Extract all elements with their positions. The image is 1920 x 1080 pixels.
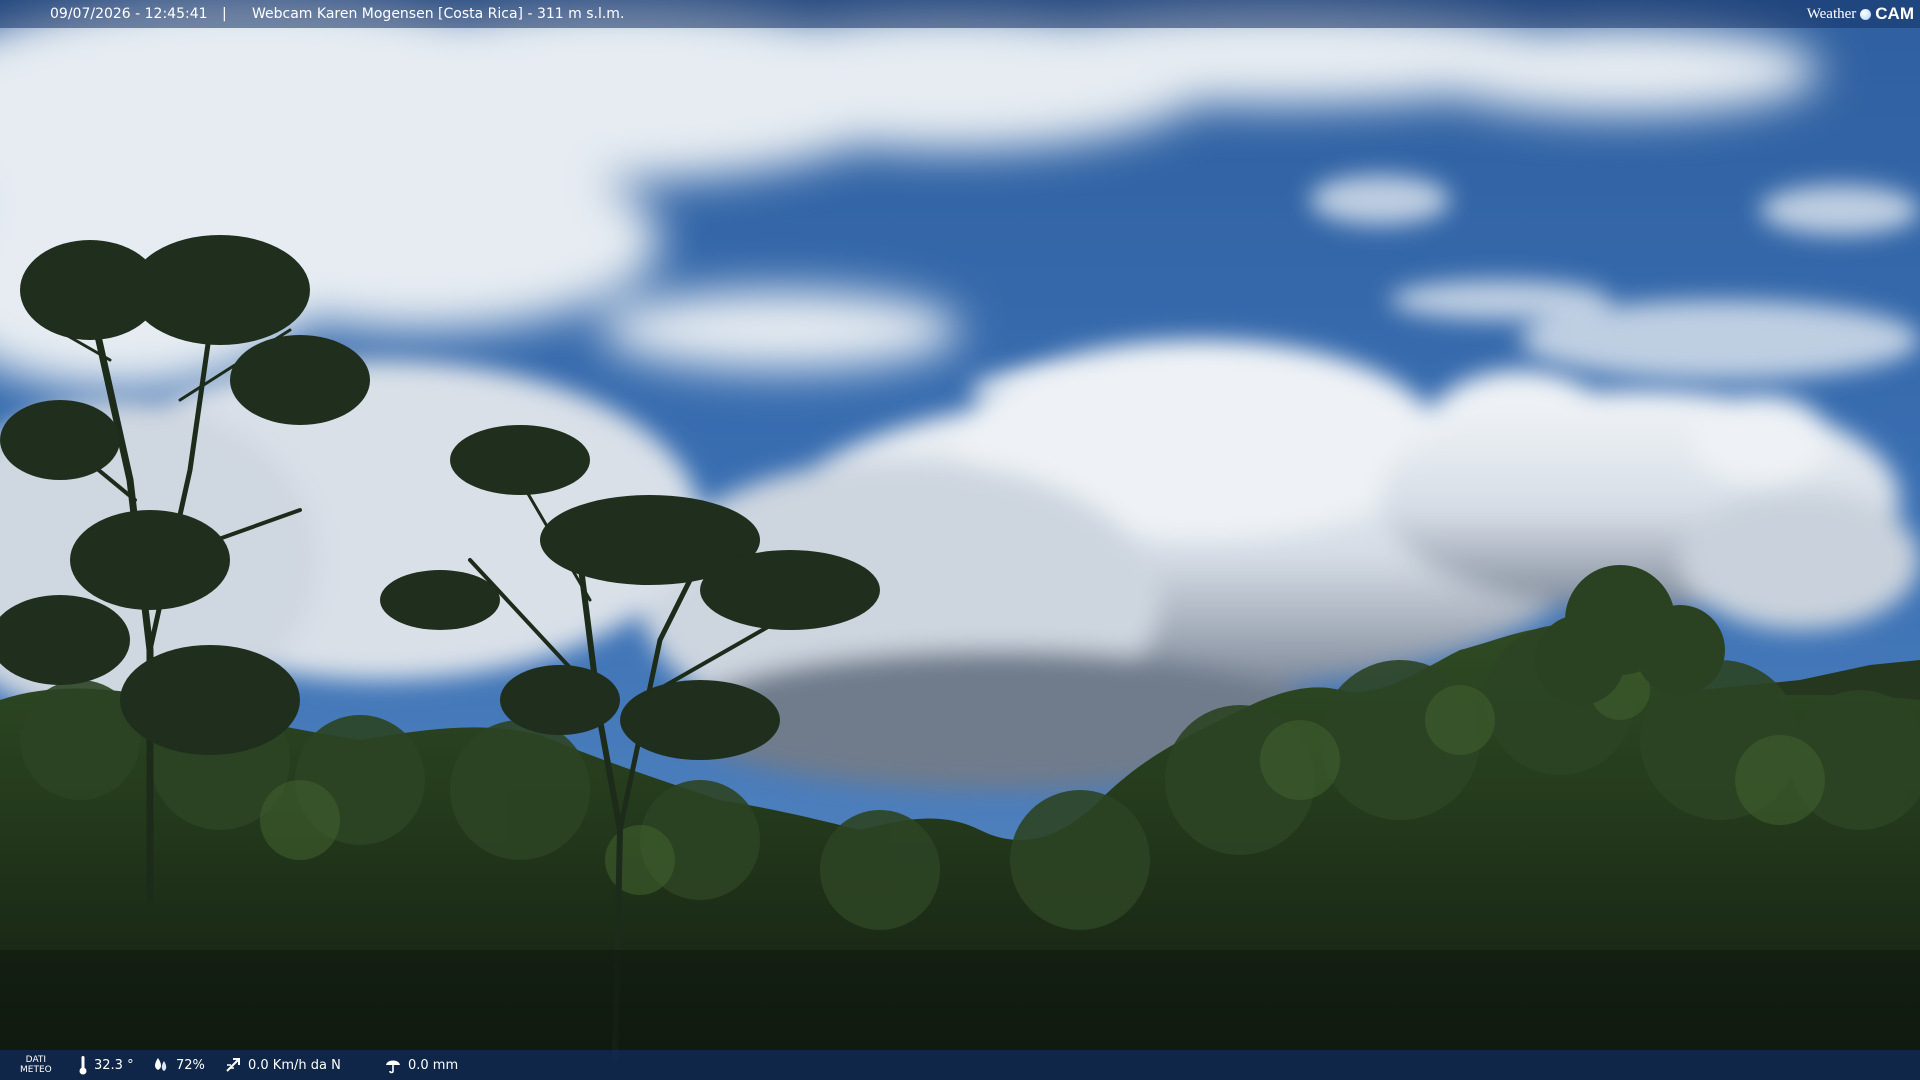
humidity-value: 72%: [176, 1057, 205, 1073]
logo-globe-icon: [1860, 8, 1872, 20]
top-overlay-bar: 09/07/2026 - 12:45:41 | Webcam Karen Mog…: [0, 0, 1920, 28]
temperature-reading: 32.3 °: [78, 1050, 134, 1080]
humidity-drops-icon: [155, 1058, 167, 1071]
webcam-title: Webcam Karen Mogensen [Costa Rica] - 311…: [252, 6, 625, 22]
temperature-value: 32.3 °: [94, 1057, 134, 1073]
humidity-reading: 72%: [152, 1050, 205, 1080]
logo-weather-text: Weather: [1806, 6, 1857, 22]
webcam-scene-image: [0, 0, 1920, 1080]
timestamp: 09/07/2026 - 12:45:41: [50, 6, 208, 22]
rain-reading: 0.0 mm: [384, 1050, 458, 1080]
separator: |: [222, 6, 227, 22]
meteo-label-line1: DATI: [25, 1055, 47, 1065]
webcam-frame: 09/07/2026 - 12:45:41 | Webcam Karen Mog…: [0, 0, 1920, 1080]
rain-value: 0.0 mm: [408, 1057, 459, 1073]
thermometer-icon: [79, 1056, 87, 1075]
wind-arrow-icon: [226, 1058, 240, 1072]
wind-reading: 0.0 Km/h da N: [224, 1050, 341, 1080]
umbrella-icon: [386, 1060, 400, 1074]
meteo-label-line2: METEO: [20, 1065, 52, 1075]
wind-value: 0.0 Km/h da N: [248, 1057, 341, 1073]
meteo-label: DATI METEO: [20, 1055, 52, 1075]
weathercam-logo: Weather CAM: [1807, 0, 1914, 28]
meteo-data-bar: DATI METEO 32.3 ° 72% 0.0 Km/h da N 0.0 …: [0, 1050, 1920, 1080]
logo-cam-text: CAM: [1875, 4, 1914, 23]
